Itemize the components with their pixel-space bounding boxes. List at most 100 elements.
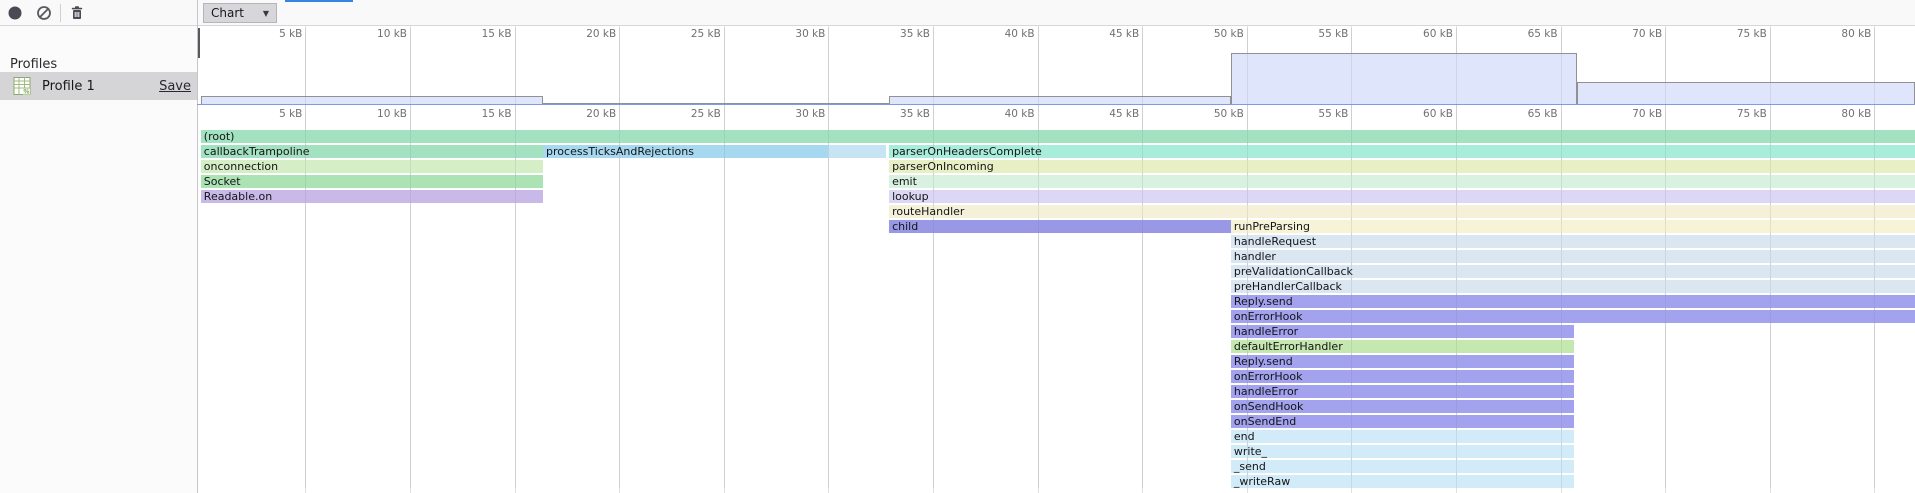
vertical-scrollbar-thumb[interactable] (198, 28, 200, 58)
flame-bar-label: handleError (1231, 385, 1574, 398)
flame-bar-label: Readable.on (201, 190, 543, 203)
overview-area-segment (201, 96, 543, 104)
ruler-tick-label: 70 kB (1618, 108, 1662, 120)
flame-bar[interactable] (828, 145, 886, 158)
ruler-tick-label: 75 kB (1723, 108, 1767, 120)
flame-bar-preHandlerCallback[interactable]: preHandlerCallback (1231, 280, 1915, 293)
ruler-tick-label: 65 kB (1514, 108, 1558, 120)
ruler-tick-label: 40 kB (991, 28, 1035, 40)
flame-bar-label: emit (889, 175, 1915, 188)
flame-bar-label: preHandlerCallback (1231, 280, 1915, 293)
flame-bar-Readable.on[interactable]: Readable.on (201, 190, 543, 203)
flame-bar-label: routeHandler (889, 205, 1915, 218)
ruler-tick-label: 10 kB (363, 28, 407, 40)
flame-bar-routeHandler[interactable]: routeHandler (889, 205, 1915, 218)
flame-chart-pane: 5 kB10 kB15 kB20 kB25 kB30 kB35 kB40 kB4… (197, 0, 1915, 493)
ruler-tick-label: 5 kB (258, 28, 302, 40)
flame-bar-emit[interactable]: emit (889, 175, 1915, 188)
overview-area-segment (889, 96, 1231, 104)
flame-bar-label: lookup (889, 190, 1915, 203)
overview-area-segment (1577, 82, 1915, 104)
flame-bar-child[interactable]: child (889, 220, 1231, 233)
flame-bar-onconnection[interactable]: onconnection (201, 160, 543, 173)
sidebar: Profiles SAMPLING PROFILES % Profile 1 S… (0, 26, 197, 493)
flame-bar-label: onconnection (201, 160, 543, 173)
flame-bar-handler[interactable]: handler (1231, 250, 1915, 263)
flame-bar-label: processTicksAndRejections (543, 145, 828, 158)
ruler-tick-label: 80 kB (1827, 28, 1871, 40)
flame-bar-label: parserOnIncoming (889, 160, 1915, 173)
flame-bar-label: onErrorHook (1231, 370, 1574, 383)
flame-bar-lookup[interactable]: lookup (889, 190, 1915, 203)
gridline (1038, 28, 1039, 488)
flame-bar-handleRequest[interactable]: handleRequest (1231, 235, 1915, 248)
flame-bar-Socket[interactable]: Socket (201, 175, 543, 188)
flame-bar-callbackTrampoline[interactable]: callbackTrampoline (201, 145, 543, 158)
ruler-tick-label: 30 kB (781, 28, 825, 40)
flame-bar-label: handler (1231, 250, 1915, 263)
gridline (1665, 28, 1666, 488)
ruler-tick-label: 45 kB (1095, 108, 1139, 120)
gridline (515, 28, 516, 488)
flame-bar-parserOnHeadersComplete[interactable]: parserOnHeadersComplete (889, 145, 1915, 158)
flame-bar-label: end (1231, 430, 1574, 443)
flame-bar-onSendHook[interactable]: onSendHook (1231, 400, 1574, 413)
flame-bar-write_[interactable]: write_ (1231, 445, 1574, 458)
ruler-tick-label: 70 kB (1618, 28, 1662, 40)
delete-button[interactable] (66, 3, 88, 23)
flame-bar-preValidationCallback[interactable]: preValidationCallback (1231, 265, 1915, 278)
flame-bar-label: (root) (201, 130, 1915, 143)
flame-bar-handleError[interactable]: handleError (1231, 325, 1574, 338)
ruler-tick-label: 25 kB (677, 108, 721, 120)
ruler-tick-label: 30 kB (781, 108, 825, 120)
gridline (1142, 28, 1143, 488)
ruler-tick-label: 80 kB (1827, 108, 1871, 120)
ruler-tick-label: 60 kB (1409, 28, 1453, 40)
gridline (619, 28, 620, 488)
flame-bar-label: handleError (1231, 325, 1574, 338)
ruler-tick-label: 20 kB (572, 108, 616, 120)
toolbar-separator (60, 4, 61, 22)
flame-bar-_send[interactable]: _send (1231, 460, 1574, 473)
flame-bar-Reply.send[interactable]: Reply.send (1231, 295, 1915, 308)
flame-bar-onSendEnd[interactable]: onSendEnd (1231, 415, 1574, 428)
flame-bar-end[interactable]: end (1231, 430, 1574, 443)
svg-text:%: % (23, 88, 29, 96)
trash-icon (69, 5, 85, 21)
clear-button[interactable] (33, 3, 55, 23)
save-profile-link[interactable]: Save (159, 79, 191, 94)
gridline (1247, 28, 1248, 488)
flame-bar-onErrorHook[interactable]: onErrorHook (1231, 370, 1574, 383)
sampling-profile-icon: % (12, 76, 32, 96)
ruler-tick-label: 65 kB (1514, 28, 1558, 40)
flame-bar-(root)[interactable]: (root) (201, 130, 1915, 143)
flame-bar-label: _send (1231, 460, 1574, 473)
profile-list-item[interactable]: % Profile 1 Save (0, 72, 197, 100)
flame-bar-label: onErrorHook (1231, 310, 1915, 323)
flame-bar-_writeRaw[interactable]: _writeRaw (1231, 475, 1574, 488)
gridline (1770, 28, 1771, 488)
ruler-tick-label: 10 kB (363, 108, 407, 120)
flame-bar-label: defaultErrorHandler (1231, 340, 1574, 353)
block-icon (36, 5, 52, 21)
flame-bar-Reply.send[interactable]: Reply.send (1231, 355, 1574, 368)
flame-bar-processTicksAndRejections[interactable]: processTicksAndRejections (543, 145, 828, 158)
ruler-tick-label: 55 kB (1304, 28, 1348, 40)
memory-tool-panel: Chart ▼ Profiles SAMPLING PROFILES % Pro… (0, 0, 1915, 493)
ruler-tick-label: 50 kB (1200, 28, 1244, 40)
flame-bar-label: Reply.send (1231, 355, 1574, 368)
gridline (1351, 28, 1352, 488)
ruler-tick-label: 55 kB (1304, 108, 1348, 120)
ruler-tick-label: 20 kB (572, 28, 616, 40)
flame-bar-runPreParsing[interactable]: runPreParsing (1231, 220, 1915, 233)
flame-bar-defaultErrorHandler[interactable]: defaultErrorHandler (1231, 340, 1574, 353)
ruler-tick-label: 75 kB (1723, 28, 1767, 40)
flame-bar-label: onSendEnd (1231, 415, 1574, 428)
gridline (724, 28, 725, 488)
flame-bar-handleError[interactable]: handleError (1231, 385, 1574, 398)
record-button[interactable] (4, 3, 26, 23)
flame-bar-label: parserOnHeadersComplete (889, 145, 1915, 158)
gridline (1561, 28, 1562, 488)
flame-bar-onErrorHook[interactable]: onErrorHook (1231, 310, 1915, 323)
flame-bar-parserOnIncoming[interactable]: parserOnIncoming (889, 160, 1915, 173)
